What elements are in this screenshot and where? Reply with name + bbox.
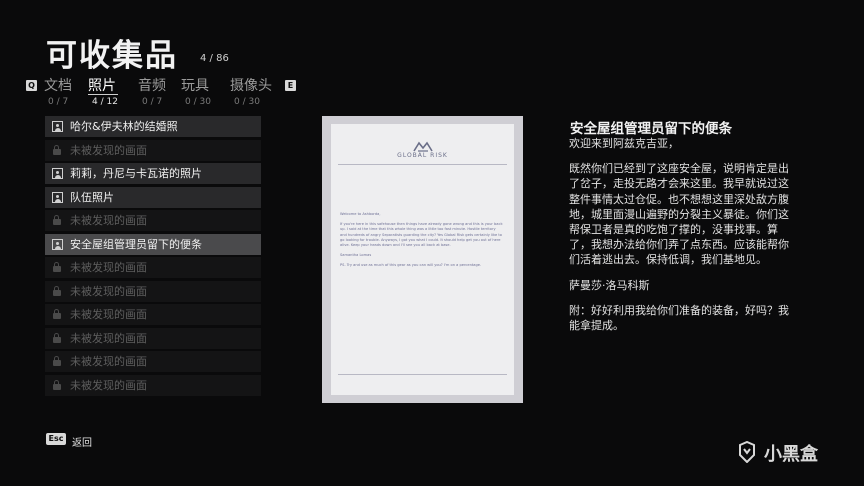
- page-title: 可收集品: [46, 38, 178, 74]
- photo-icon: [52, 168, 63, 179]
- tab-label: 摄像头: [230, 78, 272, 94]
- tab-label: 玩具: [181, 78, 209, 94]
- divider: [338, 164, 507, 165]
- photo-icon: [52, 238, 63, 250]
- detail-body: 欢迎来到阿兹克吉亚， 既然你们已经到了这座安全屋，说明肯定是出了岔子，走投无路才…: [569, 136, 797, 343]
- list-item-label: 队伍照片: [70, 190, 114, 204]
- lock-icon: [52, 144, 63, 156]
- tab-count: 0 / 7: [142, 97, 163, 107]
- tab-cameras[interactable]: 摄像头 0 / 30: [230, 75, 272, 107]
- tab-count: 0 / 30: [185, 97, 211, 107]
- photo-icon: [52, 121, 63, 132]
- back-key[interactable]: Esc: [46, 433, 66, 445]
- tab-documents[interactable]: 文档 0 / 7: [44, 75, 72, 107]
- tab-count: 0 / 7: [48, 97, 69, 107]
- list-item-label: 安全屋组管理员留下的便条: [70, 237, 202, 251]
- list-item[interactable]: 未被发现的画面: [45, 304, 261, 325]
- lock-icon: [52, 379, 63, 391]
- detail-paragraph: 既然你们已经到了这座安全屋，说明肯定是出了岔子，走投无路才会来这里。我早就说过这…: [569, 162, 789, 267]
- list-item-label: 未被发现的画面: [70, 308, 147, 321]
- letter-body: If you're here in this safehouse then th…: [340, 222, 503, 248]
- collectibles-count: 4 / 86: [200, 53, 229, 64]
- tab-count: 0 / 30: [234, 97, 260, 107]
- tab-photos[interactable]: 照片 4 / 12: [88, 75, 118, 107]
- detail-paragraph: 萨曼莎·洛马科斯: [569, 278, 650, 292]
- tab-count: 4 / 12: [92, 97, 118, 107]
- list-item-label: 未被发现的画面: [70, 331, 147, 345]
- list-item-label: 未被发现的画面: [70, 261, 147, 274]
- list-item-selected[interactable]: 安全屋组管理员留下的便条: [45, 233, 261, 255]
- tab-toys[interactable]: 玩具 0 / 30: [181, 75, 211, 107]
- lock-icon: [52, 215, 63, 226]
- detail-paragraph: 附：好好利用我给你们准备的装备，好吗？我能拿提成。: [569, 303, 789, 333]
- detail-paragraph: 欢迎来到阿兹克吉亚，: [569, 137, 679, 150]
- lock-icon: [52, 262, 63, 273]
- collectibles-list: 哈尔&伊夫林的结婚照 未被发现的画面 莉莉，丹尼与卡瓦诺的照片 队伍照片 未被发…: [45, 116, 261, 398]
- tab-audio[interactable]: 音频 0 / 7: [138, 75, 166, 107]
- active-tab-underline: [88, 94, 118, 95]
- letter-paper: GLOBAL RISK Welcome to Ashborda, If you'…: [331, 124, 514, 395]
- letter-greeting: Welcome to Ashborda,: [340, 212, 381, 216]
- list-item[interactable]: 队伍照片: [45, 186, 261, 208]
- next-tab-key[interactable]: E: [285, 80, 296, 91]
- lock-icon: [52, 332, 63, 344]
- list-item[interactable]: 未被发现的画面: [45, 139, 261, 161]
- list-item[interactable]: 莉莉，丹尼与卡瓦诺的照片: [45, 163, 261, 184]
- lock-icon: [52, 285, 63, 297]
- detail-title: 安全屋组管理员留下的便条: [570, 121, 732, 137]
- list-item[interactable]: 哈尔&伊夫林的结婚照: [45, 116, 261, 137]
- list-item[interactable]: 未被发现的画面: [45, 280, 261, 302]
- list-item[interactable]: 未被发现的画面: [45, 210, 261, 231]
- list-item-label: 哈尔&伊夫林的结婚照: [70, 120, 178, 133]
- xiaoheihe-logo-icon: [739, 441, 755, 463]
- list-item-label: 未被发现的画面: [70, 378, 147, 392]
- letter-preview: GLOBAL RISK Welcome to Ashborda, If you'…: [322, 116, 523, 403]
- lock-icon: [52, 356, 63, 367]
- letter-signature: Samantha Lomas: [340, 253, 372, 258]
- list-item-label: 未被发现的画面: [70, 143, 147, 157]
- prev-tab-key[interactable]: Q: [26, 80, 37, 91]
- letter-ps: PS. Try and use as much of this gear as …: [340, 263, 482, 268]
- list-item[interactable]: 未被发现的画面: [45, 257, 261, 278]
- letter-text: Welcome to Ashborda, If you're here in t…: [340, 212, 503, 274]
- list-item[interactable]: 未被发现的画面: [45, 351, 261, 372]
- lock-icon: [52, 309, 63, 320]
- back-button[interactable]: 返回: [72, 434, 92, 449]
- list-item-label: 未被发现的画面: [70, 355, 147, 368]
- watermark-text: 小黑盒: [764, 444, 818, 465]
- tab-label: 照片: [88, 78, 116, 94]
- list-item[interactable]: 未被发现的画面: [45, 327, 261, 349]
- tab-label: 文档: [44, 78, 72, 94]
- list-item-label: 未被发现的画面: [70, 214, 147, 227]
- divider: [338, 374, 507, 375]
- photo-icon: [52, 191, 63, 203]
- list-item-label: 莉莉，丹尼与卡瓦诺的照片: [70, 167, 202, 180]
- tab-label: 音频: [138, 78, 166, 94]
- list-item-label: 未被发现的画面: [70, 284, 147, 298]
- letter-brand: GLOBAL RISK: [397, 152, 448, 159]
- list-item[interactable]: 未被发现的画面: [45, 374, 261, 396]
